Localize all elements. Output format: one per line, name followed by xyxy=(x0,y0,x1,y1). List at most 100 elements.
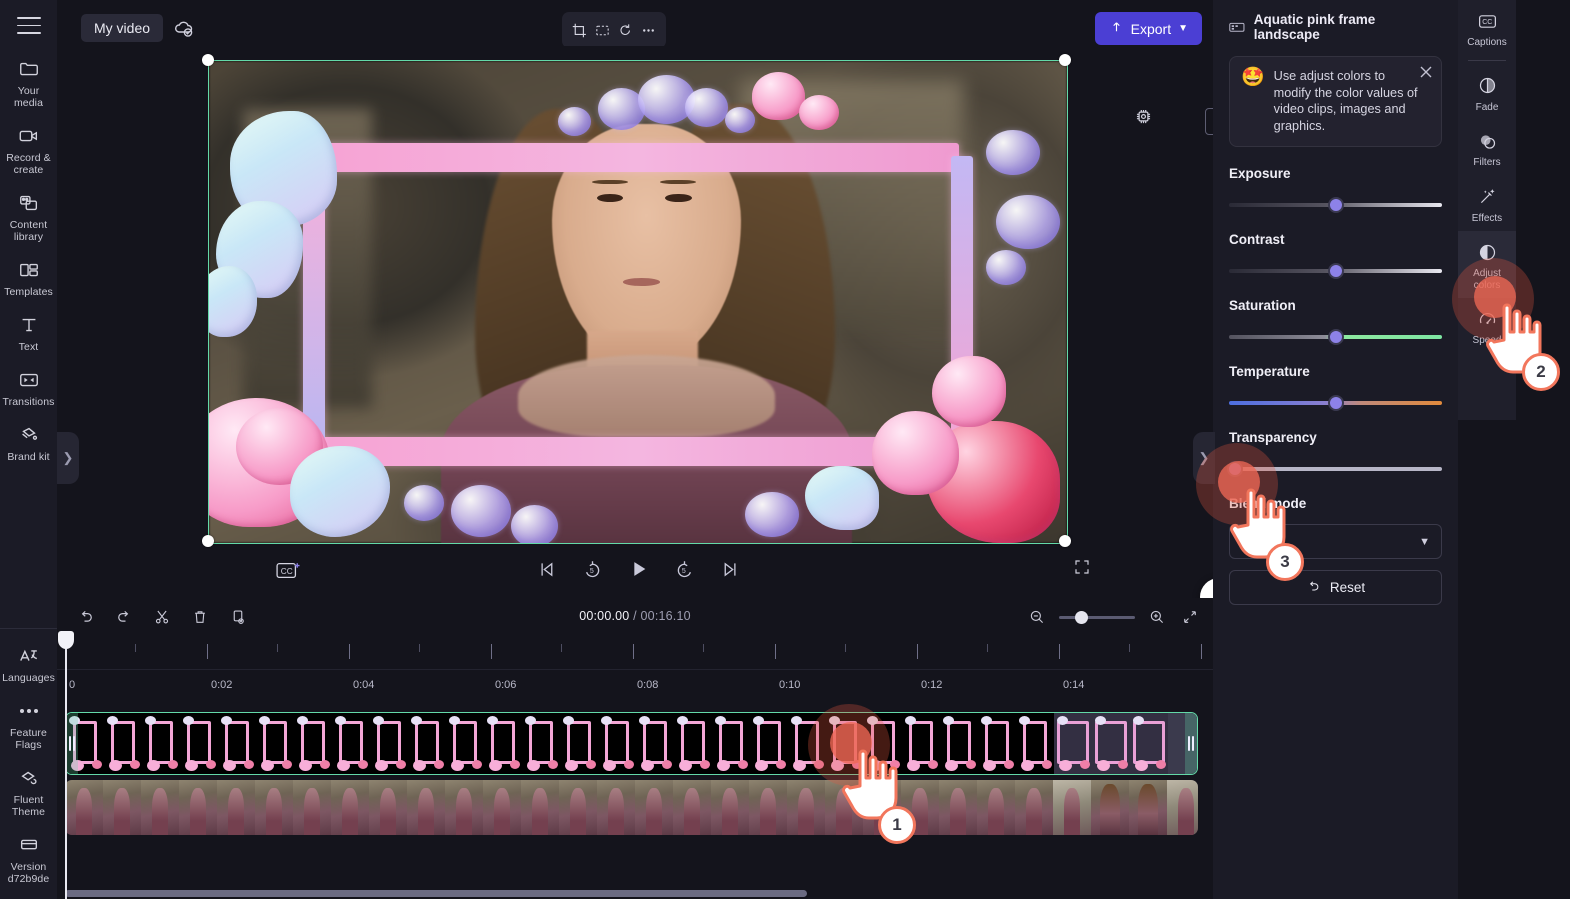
clip-trim-handle-left[interactable] xyxy=(66,713,78,774)
scissors-icon[interactable] xyxy=(151,606,173,628)
translate-icon xyxy=(17,644,41,668)
table-row[interactable] xyxy=(65,780,1198,835)
sidebar-item-label: Version d72b9de xyxy=(7,861,50,885)
slider-knob[interactable] xyxy=(1327,395,1344,411)
slider-knob[interactable] xyxy=(1227,461,1243,477)
rotate-icon[interactable] xyxy=(615,19,637,41)
sidebar-item-brand-kit[interactable]: Brand kit xyxy=(0,414,57,469)
svg-text:CC: CC xyxy=(281,567,293,576)
collapse-right-panel-button[interactable]: ❯ xyxy=(1193,432,1215,484)
play-icon[interactable] xyxy=(625,556,651,582)
temperature-slider[interactable] xyxy=(1229,395,1442,411)
slider-knob[interactable] xyxy=(1327,263,1344,279)
transparency-slider[interactable] xyxy=(1227,461,1442,477)
timeline-ruler[interactable]: 0 0:02 0:04 0:06 0:08 0:10 0:12 0:14 xyxy=(57,636,1213,691)
sidebar-item-label: Content library xyxy=(9,219,48,243)
export-label: Export xyxy=(1130,20,1172,37)
time-separator: / xyxy=(633,609,637,623)
sidebar-item-your-media[interactable]: Your media xyxy=(0,48,57,115)
sidebar-item-languages[interactable]: Languages xyxy=(0,635,57,690)
zoom-slider-knob[interactable] xyxy=(1075,610,1088,624)
tab-label: Speed xyxy=(1472,335,1502,346)
sidebar-item-label: Feature Flags xyxy=(10,727,47,751)
current-time: 00:00.00 xyxy=(579,609,630,623)
video-canvas[interactable] xyxy=(209,61,1067,543)
chevron-down-icon: ▼ xyxy=(1178,23,1188,34)
sidebar-item-record-create[interactable]: Record & create xyxy=(0,115,57,182)
undo-icon[interactable] xyxy=(75,606,97,628)
saturation-label: Saturation xyxy=(1229,298,1296,313)
expand-left-panel-button[interactable]: ❯ xyxy=(57,432,79,484)
video-camera-icon xyxy=(17,124,41,148)
ruler-label: 0:02 xyxy=(211,679,233,691)
skip-start-icon[interactable] xyxy=(533,556,559,582)
hamburger-icon[interactable] xyxy=(16,17,41,34)
cc-plus-icon[interactable]: CC xyxy=(273,558,305,584)
zoom-out-icon[interactable] xyxy=(1026,606,1048,628)
sidebar-item-templates[interactable]: Templates xyxy=(0,249,57,304)
divider xyxy=(1468,59,1506,61)
reset-label: Reset xyxy=(1329,580,1366,595)
zoom-in-icon[interactable] xyxy=(1146,606,1168,628)
archive-icon xyxy=(17,833,41,857)
close-icon[interactable] xyxy=(1419,65,1433,79)
slider-knob[interactable] xyxy=(1327,329,1344,345)
sidebar-item-fluent-theme[interactable]: Fluent Theme xyxy=(0,757,57,824)
saturation-slider[interactable] xyxy=(1229,329,1442,345)
resize-handle-top-left[interactable] xyxy=(202,54,214,66)
ellipsis-icon[interactable] xyxy=(638,19,660,41)
export-button[interactable]: Export ▼ xyxy=(1094,12,1202,45)
sidebar-item-text[interactable]: Text xyxy=(0,304,57,359)
trash-icon[interactable] xyxy=(189,606,211,628)
duplicate-icon[interactable] xyxy=(227,606,249,628)
sidebar-item-label: Templates xyxy=(4,286,53,298)
settings-chip-icon[interactable] xyxy=(1133,106,1154,127)
tab-filters[interactable]: Filters xyxy=(1458,120,1516,176)
rewind-5-icon[interactable]: 5 xyxy=(579,556,605,582)
chevron-down-icon: ▼ xyxy=(1419,535,1430,548)
filters-icon xyxy=(1475,129,1499,153)
exposure-slider[interactable] xyxy=(1229,197,1442,213)
tab-captions[interactable]: CC Captions xyxy=(1458,0,1516,56)
forward-5-icon[interactable]: 5 xyxy=(671,556,697,582)
clip-trim-handle-right[interactable] xyxy=(1185,713,1197,774)
table-row[interactable] xyxy=(65,712,1198,775)
playhead[interactable] xyxy=(58,631,74,899)
fullscreen-icon[interactable] xyxy=(1073,558,1097,582)
slider-knob[interactable] xyxy=(1327,197,1344,213)
reset-button[interactable]: Reset xyxy=(1229,570,1442,605)
tab-effects[interactable]: Effects xyxy=(1458,176,1516,232)
sidebar-item-feature-flags[interactable]: Feature Flags xyxy=(0,690,57,757)
cloud-saved-icon[interactable] xyxy=(172,16,196,40)
tip-callout: 🤩 Use adjust colors to modify the color … xyxy=(1229,56,1442,147)
timeline-zoom-slider[interactable] xyxy=(1059,610,1135,624)
total-time: 00:16.10 xyxy=(640,609,691,623)
ruler-label: 0:14 xyxy=(1063,679,1085,691)
fit-icon[interactable] xyxy=(592,19,614,41)
timeline-horizontal-scrollbar[interactable] xyxy=(65,890,807,897)
tab-adjust-colors[interactable]: Adjust colors xyxy=(1458,231,1516,298)
left-sidebar: Your media Record & create Content libra… xyxy=(0,0,57,899)
tab-label: Filters xyxy=(1473,157,1501,168)
tab-fade[interactable]: Fade xyxy=(1458,65,1516,121)
cc-icon: CC xyxy=(1475,9,1499,33)
sidebar-item-transitions[interactable]: Transitions xyxy=(0,359,57,414)
fit-timeline-icon[interactable] xyxy=(1179,606,1201,628)
sidebar-item-version[interactable]: Version d72b9de xyxy=(0,824,57,891)
blend-mode-dropdown[interactable]: Normal ▼ xyxy=(1229,524,1442,559)
ruler-label: 0:04 xyxy=(353,679,375,691)
crop-icon[interactable] xyxy=(569,19,591,41)
sidebar-item-label: Your media xyxy=(13,85,44,109)
skip-end-icon[interactable] xyxy=(717,556,743,582)
redo-icon[interactable] xyxy=(113,606,135,628)
project-name-input[interactable]: My video xyxy=(81,14,164,42)
folder-icon xyxy=(17,57,41,81)
sidebar-item-label: Languages xyxy=(2,672,55,684)
clip-title-row: Aquatic pink frame landscape xyxy=(1229,0,1442,42)
resize-handle-top-right[interactable] xyxy=(1059,54,1071,66)
playhead-handle[interactable] xyxy=(58,631,74,649)
templates-icon xyxy=(17,258,41,282)
sidebar-item-content-library[interactable]: Content library xyxy=(0,182,57,249)
tab-speed[interactable]: Speed xyxy=(1458,298,1516,354)
contrast-slider[interactable] xyxy=(1229,263,1442,279)
